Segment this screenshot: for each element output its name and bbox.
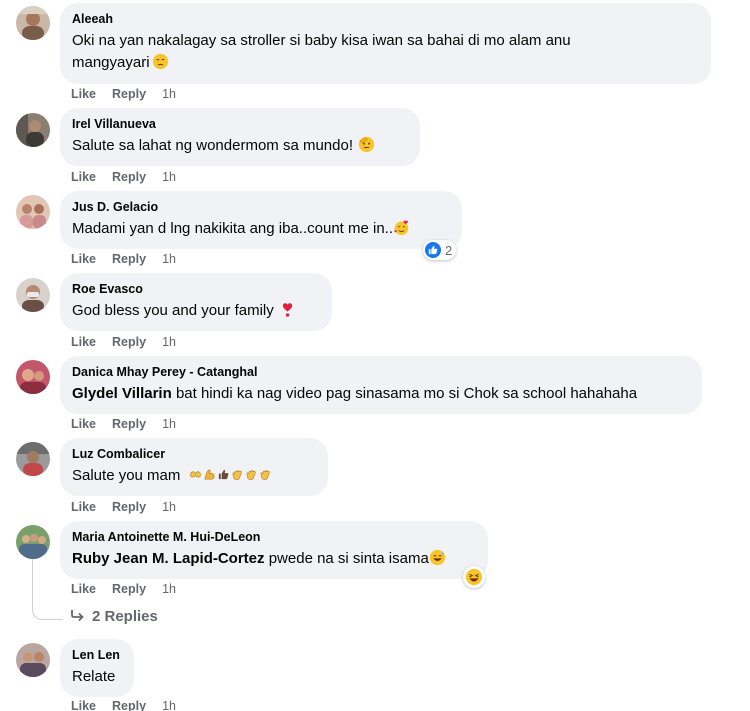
heart-hands-emoji (189, 468, 202, 481)
replies-count-label: 2 Replies (92, 608, 158, 625)
reply-link[interactable]: Reply (112, 170, 146, 184)
comment-bubble: Roe Evasco God bless you and your family (60, 273, 332, 331)
comment-text-line: bat hindi ka nag video pag sinasama mo s… (175, 385, 638, 402)
like-link[interactable]: Like (71, 170, 96, 184)
comment-text-line: pwede na si sinta isama (268, 550, 429, 567)
saluting-face-emoji (358, 136, 375, 153)
comment-text: God bless you and your family (72, 300, 320, 322)
comment-text-line: mangyayari (72, 54, 150, 71)
reply-arrow-icon (70, 608, 86, 622)
reaction-summary[interactable] (463, 566, 485, 588)
avatar[interactable] (16, 113, 50, 147)
comment-text: Oki na yan nakalagay sa stroller si baby… (72, 30, 699, 52)
comment-text: Salute sa lahat ng wondermom sa mundo! (72, 135, 408, 157)
comment-text-line: Madami yan d lng nakikita ang iba..count… (72, 220, 394, 237)
like-link[interactable]: Like (71, 417, 96, 431)
reply-link[interactable]: Reply (112, 87, 146, 101)
reaction-summary[interactable]: 2 (423, 240, 457, 260)
comment-text: mangyayari (72, 52, 699, 74)
comment-text-line: Relate (72, 668, 116, 685)
comment-bubble: Danica Mhay Perey - Catanghal Glydel Vil… (60, 356, 702, 414)
timestamp[interactable]: 1h (162, 417, 176, 431)
avatar[interactable] (16, 6, 50, 40)
comments-section: Aleeah Oki na yan nakalagay sa stroller … (0, 0, 750, 711)
clapping-hands-emoji (245, 468, 258, 481)
comment-text-line: Oki na yan nakalagay sa stroller si baby… (72, 32, 571, 49)
avatar[interactable] (16, 643, 50, 677)
comment-text: Ruby Jean M. Lapid-Cortez pwede na si si… (72, 548, 476, 570)
mention-tag[interactable]: Ruby Jean M. Lapid-Cortez (72, 550, 265, 567)
like-link[interactable]: Like (71, 582, 96, 596)
clapping-hands-emoji (259, 468, 272, 481)
reply-link[interactable]: Reply (112, 335, 146, 349)
reaction-count: 2 (445, 242, 453, 258)
flexed-biceps-emoji (203, 468, 216, 481)
like-link[interactable]: Like (71, 500, 96, 514)
comment-actions: Like Reply 1h (71, 169, 176, 185)
timestamp[interactable]: 1h (162, 500, 176, 514)
timestamp[interactable]: 1h (162, 582, 176, 596)
grinning-sweat-emoji (429, 549, 446, 566)
haha-reaction-icon (465, 568, 483, 586)
avatar[interactable] (16, 525, 50, 559)
avatar[interactable] (16, 195, 50, 229)
comment-actions: Like Reply 1h (71, 499, 176, 515)
like-link[interactable]: Like (71, 699, 96, 711)
comment-actions: Like Reply 1h (71, 251, 176, 267)
reply-link[interactable]: Reply (112, 699, 146, 711)
like-link[interactable]: Like (71, 87, 96, 101)
comment-text: Salute you mam (72, 465, 316, 487)
thread-connector (32, 559, 63, 620)
smiling-face-with-hearts-emoji (393, 219, 410, 236)
sad-face-emoji (152, 53, 169, 70)
comment-text-line: God bless you and your family (72, 302, 274, 319)
comment-author[interactable]: Len Len (72, 647, 122, 663)
reply-link[interactable]: Reply (112, 500, 146, 514)
comment-text-line: Salute sa lahat ng wondermom sa mundo! (72, 137, 353, 154)
reply-link[interactable]: Reply (112, 417, 146, 431)
like-link[interactable]: Like (71, 252, 96, 266)
comment-author[interactable]: Jus D. Gelacio (72, 199, 450, 215)
comment-bubble: Aleeah Oki na yan nakalagay sa stroller … (60, 3, 711, 84)
timestamp[interactable]: 1h (162, 335, 176, 349)
comment-bubble: Len Len Relate (60, 639, 134, 697)
like-reaction-icon (425, 242, 441, 258)
thumbs-up-emoji (217, 468, 230, 481)
clapping-hands-emoji (231, 468, 244, 481)
comment-text: Madami yan d lng nakikita ang iba..count… (72, 218, 450, 240)
comment-bubble: Jus D. Gelacio Madami yan d lng nakikita… (60, 191, 462, 249)
comment-actions: Like Reply 1h (71, 416, 176, 432)
comment-actions: Like Reply 1h (71, 698, 176, 711)
timestamp[interactable]: 1h (162, 699, 176, 711)
comment-bubble: Maria Antoinette M. Hui-DeLeon Ruby Jean… (60, 521, 488, 579)
comment-author[interactable]: Luz Combalicer (72, 446, 316, 462)
comment-author[interactable]: Danica Mhay Perey - Catanghal (72, 364, 690, 380)
comment-text: Relate (72, 666, 122, 688)
reply-link[interactable]: Reply (112, 252, 146, 266)
mention-tag[interactable]: Glydel Villarin (72, 385, 172, 402)
comment-author[interactable]: Maria Antoinette M. Hui-DeLeon (72, 529, 476, 545)
avatar[interactable] (16, 278, 50, 312)
like-link[interactable]: Like (71, 335, 96, 349)
comment-author[interactable]: Aleeah (72, 11, 699, 27)
comment-bubble: Irel Villanueva Salute sa lahat ng wonde… (60, 108, 420, 166)
heart-exclamation-emoji (279, 301, 296, 318)
comment-actions: Like Reply 1h (71, 334, 176, 350)
comment-text-line: Salute you mam (72, 467, 181, 484)
timestamp[interactable]: 1h (162, 87, 176, 101)
comment-bubble: Luz Combalicer Salute you mam (60, 438, 328, 496)
timestamp[interactable]: 1h (162, 252, 176, 266)
comment-actions: Like Reply 1h (71, 86, 176, 102)
avatar[interactable] (16, 360, 50, 394)
comment-author[interactable]: Roe Evasco (72, 281, 320, 297)
reply-link[interactable]: Reply (112, 582, 146, 596)
comment-author[interactable]: Irel Villanueva (72, 116, 408, 132)
avatar[interactable] (16, 442, 50, 476)
comment-actions: Like Reply 1h (71, 581, 176, 597)
timestamp[interactable]: 1h (162, 170, 176, 184)
view-replies-link[interactable]: 2 Replies (70, 607, 158, 627)
comment-text: Glydel Villarin bat hindi ka nag video p… (72, 383, 690, 405)
